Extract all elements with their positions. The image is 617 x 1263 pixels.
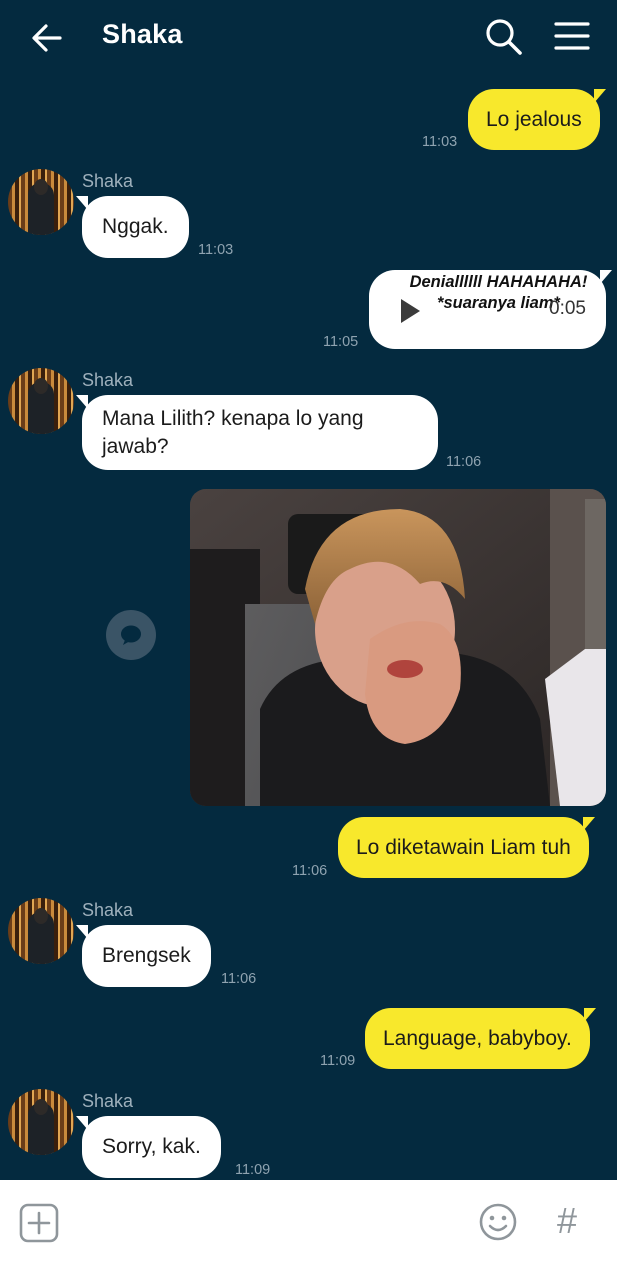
sender-name: Shaka bbox=[82, 370, 134, 390]
outgoing-message[interactable]: Language, babyboy. bbox=[365, 1008, 596, 1069]
menu-button[interactable] bbox=[552, 18, 592, 58]
incoming-message[interactable]: Nggak. bbox=[76, 196, 189, 258]
hamburger-menu-icon bbox=[554, 22, 590, 50]
chat-title: Shaka bbox=[102, 19, 183, 49]
outgoing-message[interactable]: Lo diketawain Liam tuh bbox=[338, 817, 595, 878]
avatar[interactable] bbox=[8, 1089, 74, 1155]
back-button[interactable] bbox=[28, 18, 68, 58]
comment-button[interactable] bbox=[106, 610, 156, 660]
play-icon[interactable] bbox=[399, 298, 421, 324]
smiley-icon bbox=[479, 1203, 517, 1241]
incoming-message[interactable]: Sorry, kak. bbox=[76, 1116, 221, 1178]
message-time: 11:06 bbox=[446, 454, 482, 470]
photo-image bbox=[190, 489, 606, 806]
message-time: 11:05 bbox=[323, 334, 359, 350]
emoji-button[interactable] bbox=[478, 1202, 518, 1242]
chat-header: Shaka bbox=[0, 0, 617, 76]
message-time: 11:06 bbox=[221, 971, 257, 987]
message-time: 11:09 bbox=[320, 1053, 356, 1069]
photo-message[interactable] bbox=[190, 489, 606, 806]
voice-duration: 0:05 bbox=[549, 298, 586, 319]
incoming-message[interactable]: Mana Lilith? kenapa lo yang jawab? bbox=[76, 395, 438, 470]
search-button[interactable] bbox=[483, 16, 523, 56]
message-time: 11:06 bbox=[292, 863, 328, 879]
sender-name: Shaka bbox=[82, 900, 134, 920]
search-icon bbox=[486, 19, 522, 55]
incoming-message[interactable]: Brengsek bbox=[76, 925, 211, 987]
input-bar: # bbox=[0, 1180, 617, 1263]
outgoing-message[interactable]: Lo jealous bbox=[468, 89, 606, 150]
hashtag-button[interactable]: # bbox=[557, 1200, 577, 1242]
attach-button[interactable] bbox=[18, 1202, 60, 1244]
plus-square-icon bbox=[19, 1203, 59, 1243]
avatar[interactable] bbox=[8, 169, 74, 235]
voice-message[interactable]: Deniallllll HAHAHAHA! *suaranya liam* 0:… bbox=[369, 270, 612, 349]
sender-name: Shaka bbox=[82, 171, 134, 191]
avatar[interactable] bbox=[8, 898, 74, 964]
message-time: 11:03 bbox=[422, 134, 458, 150]
sender-name: Shaka bbox=[82, 1091, 134, 1111]
message-time: 11:03 bbox=[198, 242, 234, 258]
avatar[interactable] bbox=[8, 368, 74, 434]
speech-bubble-icon bbox=[121, 625, 141, 645]
message-time: 11:09 bbox=[235, 1162, 271, 1178]
arrow-left-icon bbox=[32, 24, 62, 52]
